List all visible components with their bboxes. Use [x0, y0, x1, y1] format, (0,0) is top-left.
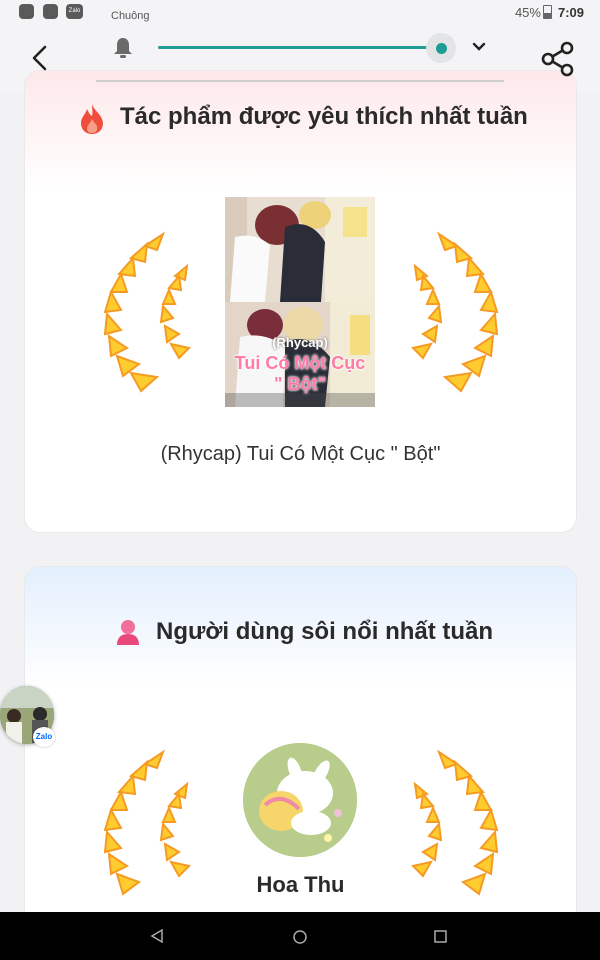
top-user-card: Người dùng sôi nổi nhất tuần Hoa Thu — [24, 566, 577, 948]
laurel-left-icon — [103, 231, 191, 393]
chevron-down-icon[interactable] — [471, 40, 487, 54]
battery-icon — [542, 5, 552, 19]
status-right: 45% 7:09 — [515, 5, 584, 20]
user-icon — [117, 620, 139, 645]
cover-caption-small: (Rhycap) — [272, 335, 328, 350]
zalo-notification-icon: Zalo — [66, 4, 83, 19]
top-work-card: Tác phẩm được yêu thích nhất tuần (Rhyca… — [24, 70, 577, 533]
volume-slider-thumb[interactable] — [436, 43, 447, 54]
laurel-right-icon — [411, 231, 499, 393]
status-bar: Zalo 45% 7:09 — [0, 0, 600, 28]
work-cover-image[interactable]: (Rhycap) Tui Có Một Cục " Bột" — [225, 197, 375, 407]
cover-caption-big: Tui Có Một Cục " Bột" — [234, 353, 366, 394]
nav-back-icon[interactable] — [150, 929, 164, 943]
work-name[interactable]: (Rhycap) Tui Có Một Cục " Bột" — [25, 443, 576, 466]
nav-home-icon[interactable] — [292, 929, 308, 945]
nav-recents-icon[interactable] — [434, 930, 447, 943]
user-name[interactable]: Hoa Thu — [25, 872, 576, 898]
system-nav-bar — [0, 912, 600, 960]
app-notification-icon — [19, 4, 34, 19]
top-work-title: Tác phẩm được yêu thích nhất tuần — [120, 103, 528, 130]
share-icon[interactable] — [539, 40, 577, 78]
back-arrow-icon[interactable] — [28, 44, 52, 72]
panel-divider — [96, 80, 504, 82]
clock: 7:09 — [557, 5, 584, 20]
fire-icon — [81, 104, 103, 134]
volume-slider-track[interactable] — [158, 46, 440, 49]
app-notification-icon — [43, 4, 58, 19]
top-user-title: Người dùng sôi nổi nhất tuần — [156, 618, 494, 645]
bell-icon[interactable] — [112, 36, 134, 60]
user-avatar[interactable] — [243, 743, 357, 857]
volume-label: Chuông — [111, 10, 150, 22]
zalo-badge-icon: Zalo — [33, 727, 55, 747]
battery-percent: 45% — [514, 5, 541, 20]
